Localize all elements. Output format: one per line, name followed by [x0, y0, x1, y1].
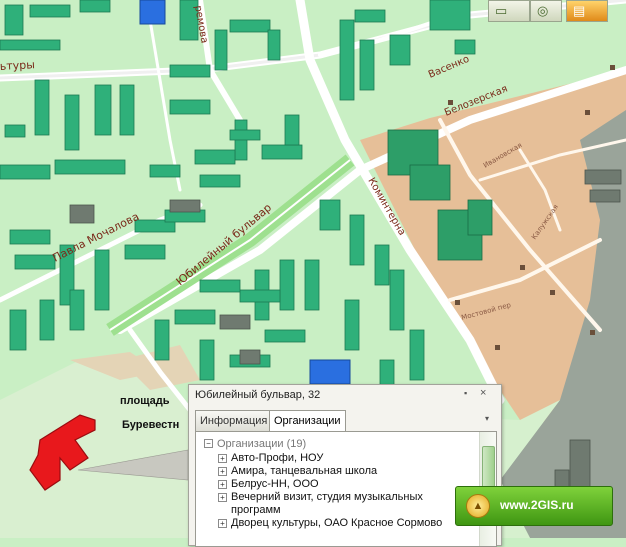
globe-button[interactable]: ◎	[530, 0, 562, 22]
close-icon[interactable]: ×	[480, 387, 486, 399]
tab-organizations[interactable]: Организации	[269, 410, 346, 433]
expand-icon[interactable]: +	[218, 480, 227, 489]
place-label-burevestnik: Буревестн	[122, 419, 179, 431]
tab-info[interactable]: Информация	[195, 410, 273, 432]
ruler-button[interactable]: ▭	[488, 0, 530, 22]
tab-scroll-icon[interactable]: ▾	[485, 414, 489, 423]
blue-building-bottom	[309, 359, 351, 385]
tree-root[interactable]: − Организации (19)	[204, 438, 306, 450]
street-label-kultury: ьтуры	[0, 58, 35, 73]
expand-icon[interactable]: +	[218, 454, 227, 463]
2gis-link[interactable]: ▲ www.2GIS.ru	[455, 486, 613, 526]
2gis-link-text: www.2GIS.ru	[500, 498, 574, 512]
layers-icon: ▤	[573, 3, 586, 18]
blue-building-top	[139, 0, 166, 25]
globe-icon: ◎	[537, 3, 549, 18]
pin-icon[interactable]: ▪	[464, 388, 467, 398]
list-item[interactable]: + Авто-Профи, НОУ	[218, 452, 473, 465]
list-item[interactable]: + Амира, танцевальная школа	[218, 465, 473, 478]
tree-root-label: Организации (19)	[217, 438, 307, 450]
list-item[interactable]: + Белрус-НН, ООО	[218, 478, 473, 491]
expand-icon[interactable]: +	[218, 467, 227, 476]
place-label-ploshchad: площадь	[120, 395, 170, 407]
ruler-icon: ▭	[495, 3, 508, 18]
list-item[interactable]: + Вечерний визит, студия музыкальных прог…	[218, 491, 473, 517]
expand-icon[interactable]: +	[218, 519, 227, 528]
list-item[interactable]: + Дворец культуры, ОАО Красное Сормово	[218, 517, 473, 530]
popup-title: Юбилейный бульвар, 32	[195, 389, 321, 401]
organizations-panel: − Организации (19) + Авто-Профи, НОУ + Амир…	[195, 431, 497, 547]
layers-button[interactable]: ▤	[566, 0, 608, 22]
collapse-icon[interactable]: −	[204, 439, 213, 448]
organization-list: + Авто-Профи, НОУ + Амира, танцевальная шк…	[218, 452, 473, 530]
2gis-logo-icon: ▲	[466, 494, 490, 518]
expand-icon[interactable]: +	[218, 493, 227, 502]
